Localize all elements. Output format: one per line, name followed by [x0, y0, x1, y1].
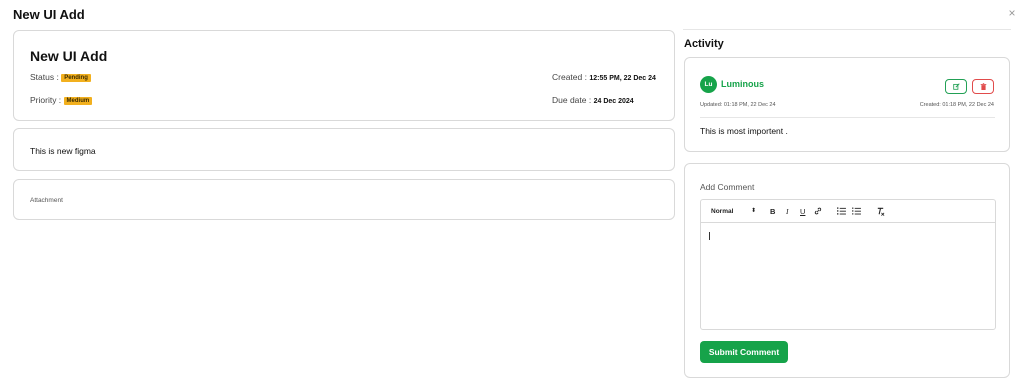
user-name: Luminous [721, 79, 764, 89]
task-details-card: New UI Add Status : Pending Priority : M… [13, 30, 675, 121]
comment-input[interactable] [701, 223, 995, 329]
ordered-list-icon [837, 207, 846, 215]
priority-badge: Medium [63, 97, 93, 105]
priority-label: Priority : [30, 95, 62, 105]
clear-format-icon [877, 207, 885, 216]
attachment-label: Attachment [30, 197, 63, 204]
task-title: New UI Add [30, 48, 108, 64]
link-button[interactable] [814, 207, 822, 217]
due-date-value: 24 Dec 2024 [593, 98, 634, 105]
divider [683, 29, 1011, 30]
ordered-list-button[interactable] [837, 207, 846, 217]
activity-entry: Lu Luminous Updated: 01:18 PM, 22 Dec 24… [684, 57, 1010, 152]
due-date-label: Due date : [552, 95, 592, 105]
modal-title: New UI Add [13, 7, 85, 22]
activity-comment-text: This is most importent . [700, 126, 788, 136]
attachment-card[interactable]: Attachment [13, 179, 675, 220]
created-row: Created : 12:55 PM, 22 Dec 24 [552, 72, 656, 82]
created-label: Created : [552, 72, 587, 82]
created-timestamp: Created: 01:18 PM, 22 Dec 24 [919, 102, 994, 108]
format-select[interactable]: Normal [711, 207, 733, 216]
rich-text-editor: Normal ⬍ B I U [700, 199, 996, 330]
add-comment-label: Add Comment [700, 182, 755, 192]
delete-comment-button[interactable] [972, 79, 994, 94]
status-label: Status : [30, 72, 59, 82]
format-select-caret-icon[interactable]: ⬍ [751, 207, 756, 216]
priority-row: Priority : Medium [30, 95, 93, 105]
add-comment-card: Add Comment Normal ⬍ B I U Submit Commen… [684, 163, 1010, 378]
edit-icon [952, 83, 960, 90]
editor-toolbar: Normal ⬍ B I U [701, 200, 995, 223]
description-card: This is new figma [13, 128, 675, 171]
task-description: This is new figma [30, 146, 96, 156]
underline-button[interactable]: U [800, 207, 805, 216]
activity-heading: Activity [684, 38, 724, 50]
text-cursor [709, 232, 710, 240]
bullet-list-button[interactable] [852, 207, 861, 217]
bullet-list-icon [852, 207, 861, 215]
divider [700, 117, 995, 118]
updated-timestamp: Updated: 01:18 PM, 22 Dec 24 [700, 102, 776, 108]
italic-button[interactable]: I [786, 207, 789, 216]
bold-button[interactable]: B [770, 207, 775, 216]
avatar: Lu [700, 76, 717, 93]
clear-format-button[interactable] [876, 207, 885, 218]
close-icon[interactable]: × [1006, 7, 1018, 19]
edit-comment-button[interactable] [945, 79, 967, 94]
link-icon [814, 207, 822, 215]
due-date-row: Due date : 24 Dec 2024 [552, 95, 634, 105]
submit-comment-button[interactable]: Submit Comment [700, 341, 788, 363]
trash-icon [980, 83, 986, 90]
created-value: 12:55 PM, 22 Dec 24 [589, 75, 656, 82]
status-badge: Pending [61, 74, 91, 82]
status-row: Status : Pending [30, 72, 91, 82]
